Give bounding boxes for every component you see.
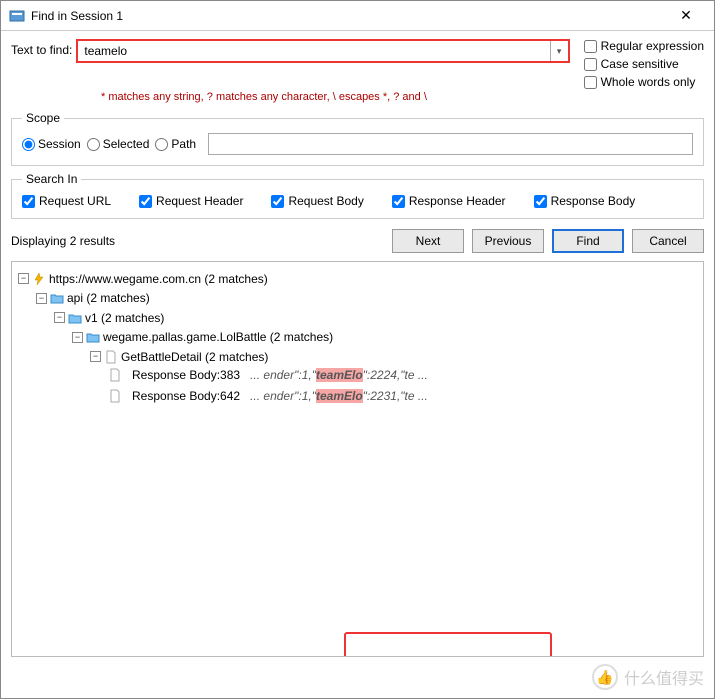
annotation-box <box>344 632 552 657</box>
match-context: ... ender":1,"teamElo":2224,"te ... <box>250 366 428 384</box>
response-header-checkbox[interactable]: Response Header <box>392 194 506 208</box>
scope-path-radio[interactable]: Path <box>155 137 196 151</box>
thumbs-up-icon: 👍 <box>592 664 618 690</box>
regex-checkbox[interactable]: Regular expression <box>584 39 704 53</box>
request-url-checkbox[interactable]: Request URL <box>22 194 111 208</box>
app-icon <box>9 8 25 24</box>
results-count: Displaying 2 results <box>11 234 392 248</box>
scope-legend: Scope <box>22 111 64 125</box>
find-button[interactable]: Find <box>552 229 624 253</box>
request-body-checkbox[interactable]: Request Body <box>271 194 363 208</box>
scope-path-input[interactable] <box>208 133 693 155</box>
results-tree[interactable]: − https://www.wegame.com.cn (2 matches) … <box>11 261 704 657</box>
scope-selected-radio[interactable]: Selected <box>87 137 150 151</box>
search-in-group: Search In Request URL Request Header Req… <box>11 172 704 219</box>
response-body-checkbox[interactable]: Response Body <box>534 194 636 208</box>
tree-node-detail[interactable]: − GetBattleDetail (2 matches) <box>90 348 268 366</box>
find-input[interactable] <box>78 41 549 61</box>
lightning-icon <box>32 272 46 286</box>
whole-words-checkbox[interactable]: Whole words only <box>584 75 704 89</box>
file-icon <box>104 350 118 364</box>
file-icon <box>108 368 122 382</box>
scope-group: Scope Session Selected Path <box>11 111 704 166</box>
title-bar: Find in Session 1 ✕ <box>1 1 714 31</box>
find-dropdown-icon[interactable]: ▾ <box>550 41 568 61</box>
previous-button[interactable]: Previous <box>472 229 544 253</box>
folder-icon <box>50 291 64 305</box>
window-title: Find in Session 1 <box>31 9 666 23</box>
tree-match-row[interactable]: Response Body:383 ... ender":1,"teamElo"… <box>108 366 428 384</box>
case-checkbox[interactable]: Case sensitive <box>584 57 704 71</box>
watermark: 👍 什么值得买 <box>592 664 704 690</box>
collapse-icon[interactable]: − <box>36 293 47 304</box>
folder-icon <box>68 311 82 325</box>
find-hint: * matches any string, ? matches any char… <box>101 91 704 103</box>
tree-match-row[interactable]: Response Body:642 ... ender":1,"teamElo"… <box>108 387 428 405</box>
folder-icon <box>86 330 100 344</box>
tree-node-host[interactable]: − https://www.wegame.com.cn (2 matches) <box>18 270 268 288</box>
close-button[interactable]: ✕ <box>666 2 706 30</box>
match-context: ... ender":1,"teamElo":2231,"te ... <box>250 387 428 405</box>
search-in-legend: Search In <box>22 172 81 186</box>
file-icon <box>108 389 122 403</box>
collapse-icon[interactable]: − <box>90 351 101 362</box>
tree-node-api[interactable]: − api (2 matches) <box>36 289 150 307</box>
collapse-icon[interactable]: − <box>72 332 83 343</box>
find-input-wrap: ▾ <box>76 39 569 63</box>
cancel-button[interactable]: Cancel <box>632 229 704 253</box>
find-label: Text to find: <box>11 39 72 57</box>
tree-node-v1[interactable]: − v1 (2 matches) <box>54 309 164 327</box>
request-header-checkbox[interactable]: Request Header <box>139 194 243 208</box>
scope-session-radio[interactable]: Session <box>22 137 81 151</box>
tree-node-pallas[interactable]: − wegame.pallas.game.LolBattle (2 matche… <box>72 328 333 346</box>
next-button[interactable]: Next <box>392 229 464 253</box>
collapse-icon[interactable]: − <box>18 273 29 284</box>
collapse-icon[interactable]: − <box>54 312 65 323</box>
